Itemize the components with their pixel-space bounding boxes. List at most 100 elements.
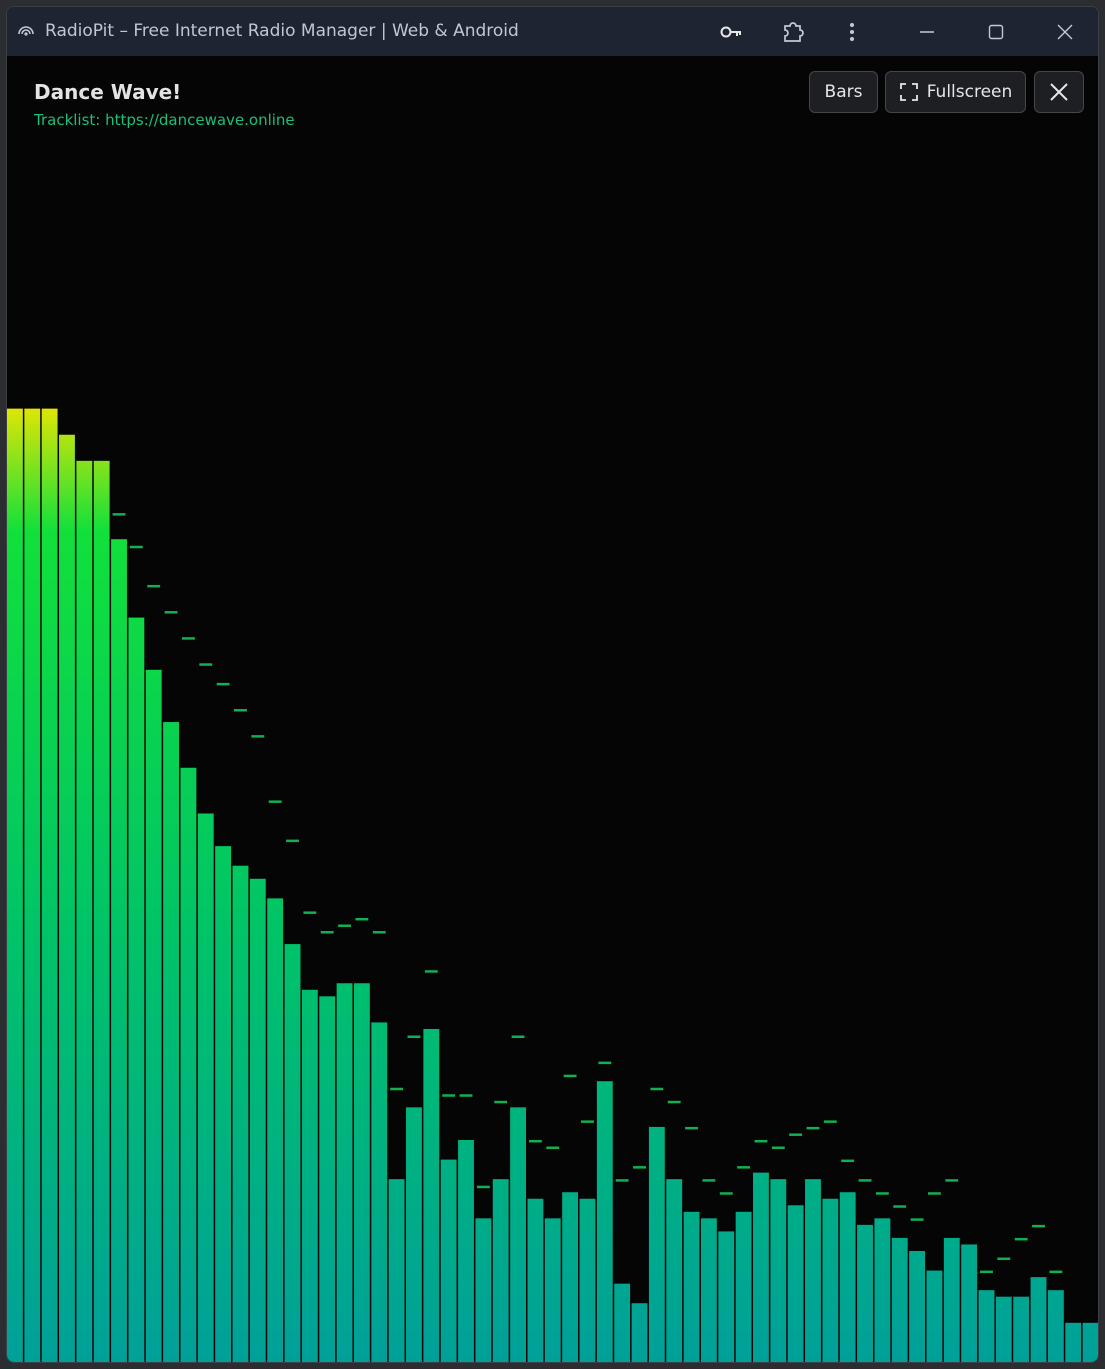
peak-marker: [1049, 1270, 1063, 1274]
peak-marker: [546, 1146, 560, 1150]
spectrum-visualizer: [7, 408, 1098, 1362]
spectrum-bar: [41, 408, 58, 1362]
spectrum-bar: [857, 1224, 873, 1362]
spectrum-bar: [93, 460, 110, 1362]
spectrum-bar: [579, 1198, 596, 1362]
minimize-button[interactable]: [914, 19, 940, 45]
spectrum-bar: [631, 1303, 648, 1362]
spectrum-bar: [1030, 1277, 1047, 1362]
peak-marker: [528, 1139, 542, 1143]
peak-marker: [234, 709, 247, 712]
spectrum-bar: [648, 1126, 665, 1362]
spectrum-bar: [735, 1211, 752, 1362]
peak-marker: [129, 545, 143, 549]
spectrum-bar: [388, 1179, 405, 1362]
peak-marker: [251, 735, 265, 738]
spectrum-bar: [787, 1205, 804, 1362]
spectrum-bar: [961, 1244, 978, 1362]
close-visualizer-button[interactable]: [1034, 71, 1084, 113]
peak-marker: [806, 1126, 820, 1130]
peak-marker: [268, 800, 282, 803]
spectrum-bar: [353, 983, 370, 1362]
peak-marker: [650, 1087, 664, 1091]
peak-marker: [893, 1205, 907, 1208]
spectrum-bar: [527, 1198, 544, 1362]
peak-marker: [112, 513, 126, 516]
spectrum-bar: [59, 434, 75, 1362]
spectrum-bar: [805, 1179, 821, 1362]
spectrum-bar: [458, 1139, 474, 1362]
fullscreen-button[interactable]: Fullscreen: [885, 71, 1026, 113]
peak-marker: [181, 637, 195, 640]
peak-marker: [928, 1192, 941, 1195]
spectrum-bar: [336, 983, 353, 1362]
close-icon: [1057, 24, 1073, 40]
spectrum-bar: [249, 878, 266, 1362]
maximize-icon: [988, 24, 1004, 40]
maximize-button[interactable]: [983, 19, 1009, 45]
peak-marker: [338, 924, 351, 927]
spectrum-bar: [1047, 1290, 1064, 1362]
visualizer-stage: Dance Wave! Tracklist: https://dancewave…: [7, 56, 1098, 1362]
close-window-button[interactable]: [1052, 19, 1078, 45]
peak-marker: [789, 1133, 803, 1136]
peak-marker: [875, 1192, 889, 1195]
spectrum-bar: [562, 1192, 579, 1362]
peak-marker: [823, 1120, 837, 1123]
peak-marker: [476, 1185, 490, 1189]
spectrum-bar: [301, 989, 318, 1362]
peak-marker: [667, 1100, 681, 1104]
peak-marker: [754, 1139, 768, 1143]
spectrum-bar: [596, 1081, 613, 1362]
peak-marker: [424, 970, 438, 973]
peak-marker: [997, 1257, 1011, 1261]
peak-marker: [771, 1146, 785, 1150]
spectrum-bar: [926, 1270, 943, 1362]
peak-marker: [407, 1035, 421, 1038]
peak-marker: [737, 1166, 751, 1169]
radio-signal-icon: [18, 26, 34, 36]
peak-marker: [1032, 1224, 1045, 1228]
spectrum-bar: [1013, 1296, 1030, 1362]
spectrum-bar: [284, 944, 301, 1362]
spectrum-bar: [423, 1028, 440, 1362]
visualizer-mode-button[interactable]: Bars: [809, 71, 878, 113]
peak-marker: [442, 1094, 456, 1097]
spectrum-bar: [267, 898, 284, 1362]
peak-marker: [841, 1159, 855, 1163]
spectrum-bar: [76, 460, 93, 1362]
window-title: RadioPit – Free Internet Radio Manager |…: [45, 21, 519, 41]
peak-marker: [945, 1179, 959, 1182]
spectrum-bar: [406, 1107, 422, 1362]
spectrum-bar: [163, 722, 179, 1362]
spectrum-bar: [718, 1231, 735, 1362]
key-icon: [720, 26, 741, 38]
spectrum-bar: [232, 865, 249, 1362]
spectrum-bar: [371, 1022, 388, 1362]
spectrum-bar: [909, 1250, 926, 1362]
close-icon: [1050, 83, 1068, 101]
spectrum-bar: [891, 1237, 908, 1362]
menu-button[interactable]: [839, 19, 865, 45]
spectrum-bar: [440, 1159, 457, 1362]
tracklist-link[interactable]: Tracklist: https://dancewave.online: [34, 111, 295, 129]
peak-marker: [216, 682, 230, 686]
spectrum-bar: [510, 1107, 526, 1362]
spectrum-bar: [839, 1192, 856, 1362]
extensions-button[interactable]: [780, 19, 806, 45]
peak-marker: [459, 1094, 473, 1097]
peak-marker: [581, 1120, 594, 1123]
peak-marker: [286, 839, 299, 843]
key-button[interactable]: [719, 19, 745, 45]
spectrum-bar: [700, 1218, 717, 1362]
spectrum-bar: [544, 1218, 561, 1362]
spectrum-bar: [7, 408, 23, 1362]
title-bar: RadioPit – Free Internet Radio Manager |…: [7, 7, 1098, 56]
peak-marker: [702, 1179, 716, 1182]
spectrum-bar: [978, 1290, 995, 1362]
spectrum-bar: [874, 1218, 891, 1362]
spectrum-bar: [1082, 1322, 1098, 1362]
spectrum-bar: [475, 1218, 492, 1362]
spectrum-bar: [215, 846, 232, 1362]
peak-marker: [164, 611, 178, 614]
